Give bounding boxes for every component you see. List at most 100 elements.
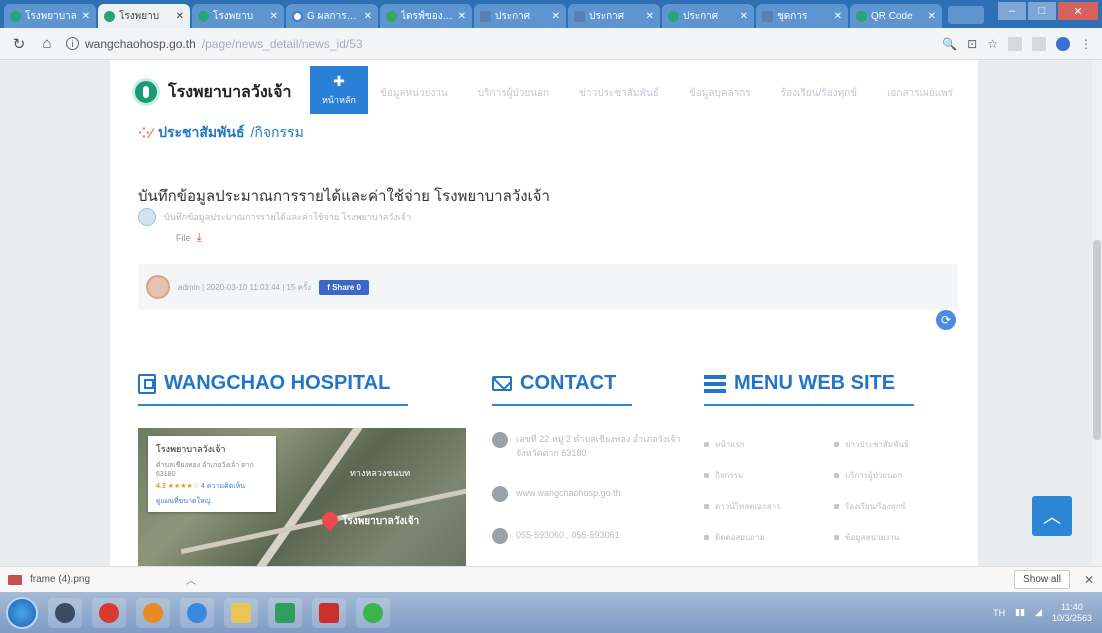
browser-tab[interactable]: โรงพยาบาล ✕ — [4, 4, 96, 28]
footer-menu-item[interactable]: ข้อมูลหน่วยงาน — [834, 531, 964, 544]
browser-tab[interactable]: ประกาศ ✕ — [662, 4, 754, 28]
tab-close-icon[interactable]: ✕ — [458, 11, 466, 22]
taskbar-app-media[interactable] — [48, 597, 82, 628]
system-tray: TH ▮▮ ◢ 11:40 10/3/2563 — [993, 602, 1102, 624]
scrollbar-thumb[interactable] — [1093, 240, 1101, 440]
browser-tab[interactable]: ไดรฟ์ของฉัน ✕ — [380, 4, 472, 28]
nav-item[interactable]: เอกสารเผยแพร่ — [887, 86, 953, 101]
sparkle-icon: ⁘⁄ — [138, 124, 153, 141]
info-icon[interactable]: i — [66, 37, 79, 50]
close-icon[interactable]: ✕ — [1084, 573, 1094, 587]
nav-item[interactable]: ข้อมูลหน่วยงาน — [380, 86, 448, 101]
network-icon[interactable]: ▮▮ — [1015, 607, 1025, 618]
tab-close-icon[interactable]: ✕ — [176, 11, 184, 22]
show-all-button[interactable]: Show all — [1014, 570, 1070, 589]
file-attachment[interactable]: File ⤓ — [176, 230, 202, 245]
breadcrumb-sub[interactable]: /กิจกรรม — [250, 122, 303, 144]
footer-menu-item[interactable]: กิจกรรม — [704, 469, 834, 482]
main-nav: ข้อมูลหน่วยงาน บริการผู้ป่วยนอก ข่าวประชาส… — [380, 86, 953, 101]
footer-menu-item[interactable]: หน้าแรก — [704, 438, 834, 451]
browser-tab[interactable]: G ผลการค้นหา ✕ — [286, 4, 378, 28]
maximize-button[interactable]: □ — [1028, 2, 1056, 20]
back-to-top-button[interactable]: ︿ — [1032, 496, 1072, 536]
taskbar-app-line[interactable] — [356, 597, 390, 628]
address-bar: ↻ ⌂ i wangchaohosp.go.th /page/news_deta… — [0, 28, 1102, 60]
translate-icon[interactable]: ⊡ — [967, 37, 977, 51]
taskbar-app-explorer[interactable] — [224, 597, 258, 628]
map-rating-stars: 4.3 ★★★★☆ — [156, 483, 200, 490]
footer-menu-item[interactable]: ข่าวประชาสัมพันธ์ — [834, 438, 964, 451]
globe-icon — [492, 486, 508, 502]
nav-item[interactable]: ข้อมูลบุคลากร — [689, 86, 751, 101]
browser-tab[interactable]: ประกาศ ✕ — [474, 4, 566, 28]
close-window-button[interactable]: ✕ — [1058, 2, 1098, 20]
clock[interactable]: 11:40 10/3/2563 — [1052, 602, 1092, 624]
new-tab-button[interactable] — [948, 6, 984, 24]
tab-close-icon[interactable]: ✕ — [646, 11, 654, 22]
map-address: ตำบลเชียงทอง อำเภอวังเจ้า ตาก 63180 — [156, 462, 254, 478]
footer-menu-item[interactable]: ร้องเรียน/ร้องทุกข์ — [834, 500, 964, 513]
nav-home-button[interactable]: ✚ หน้าหลัก — [310, 66, 368, 114]
footer-menu-item[interactable]: ดาวน์โหลดเอกสาร — [704, 500, 834, 513]
hospital-heading-text: WANGCHAO HOSPITAL — [164, 372, 391, 394]
volume-icon[interactable]: ◢ — [1035, 607, 1042, 618]
chevron-up-icon[interactable]: ︿ — [186, 572, 196, 587]
bookmark-star-icon[interactable]: ☆ — [987, 37, 998, 51]
minimize-button[interactable]: – — [998, 2, 1026, 20]
start-button[interactable] — [6, 596, 38, 629]
nav-item[interactable]: บริการผู้ป่วยนอก — [478, 86, 549, 101]
browser-tab[interactable]: ประกาศ ✕ — [568, 4, 660, 28]
profile-avatar[interactable] — [1056, 36, 1070, 51]
pdf-download-icon[interactable]: ⤓ — [197, 230, 202, 245]
contact-text[interactable]: www.wangchaohosp.go.th — [516, 486, 621, 500]
browser-tab[interactable]: โรงพยาบ ✕ — [98, 4, 190, 28]
nav-item[interactable]: ข่าวประชาสัมพันธ์ — [579, 86, 659, 101]
download-bar: frame (4).png ︿ Show all ✕ — [0, 566, 1102, 592]
footer-menu: หน้าแรก ข่าวประชาสัมพันธ์กิจกรรม บริการผู้… — [704, 438, 964, 544]
facebook-share-button[interactable]: f Share 0 — [319, 279, 369, 295]
language-indicator[interactable]: TH — [993, 608, 1005, 618]
footer-menu-item[interactable]: ติดต่อสอบถาม — [704, 531, 834, 544]
extension-icon[interactable] — [1032, 36, 1046, 51]
drive-icon — [386, 10, 397, 22]
footer-menu-item[interactable]: บริการผู้ป่วยนอก — [834, 469, 964, 482]
tab-close-icon[interactable]: ✕ — [740, 11, 748, 22]
refresh-icon[interactable]: ⟳ — [936, 310, 956, 330]
phone-icon — [492, 528, 508, 544]
breadcrumb-section[interactable]: ประชาสัมพันธ์ — [158, 122, 244, 144]
embedded-map[interactable]: ทางหลวงชนบท โรงพยาบาลวังเจ้า โรงพยาบาลวั… — [138, 428, 466, 566]
taskbar-app-opera[interactable] — [92, 597, 126, 628]
hospital-icon — [198, 10, 209, 22]
page-scrollbar[interactable] — [1092, 60, 1102, 566]
menu-dots-icon[interactable]: ⋮ — [1080, 37, 1092, 51]
taskbar-app-chrome[interactable] — [180, 597, 214, 628]
nav-item[interactable]: ร้องเรียน/ร้องทุกข์ — [781, 86, 857, 101]
tab-close-icon[interactable]: ✕ — [82, 11, 90, 22]
tab-close-icon[interactable]: ✕ — [552, 11, 560, 22]
map-pin-label: โรงพยาบาลวังเจ้า — [342, 516, 420, 527]
site-logo[interactable]: โรงพยาบาลวังเจ้า — [132, 78, 291, 106]
taskbar-app-firefox[interactable] — [136, 597, 170, 628]
reload-icon[interactable]: ↻ — [10, 35, 28, 53]
browser-tab[interactable]: QR Code ✕ — [850, 4, 942, 28]
file-label: File — [176, 232, 191, 243]
map-reviews-link[interactable]: 4 ความคิดเห็น — [201, 483, 245, 490]
taskbar-app-excel[interactable] — [268, 597, 302, 628]
browser-tab[interactable]: โรงพยาบ ✕ — [192, 4, 284, 28]
map-pin-icon[interactable] — [318, 508, 342, 532]
tab-close-icon[interactable]: ✕ — [834, 11, 842, 22]
tab-close-icon[interactable]: ✕ — [928, 11, 936, 22]
home-icon[interactable]: ⌂ — [38, 35, 56, 52]
tab-close-icon[interactable]: ✕ — [270, 11, 278, 22]
mail-icon — [492, 376, 512, 391]
tab-title: โรงพยาบ — [213, 10, 254, 22]
url-field[interactable]: i wangchaohosp.go.th /page/news_detail/n… — [66, 37, 932, 51]
extension-icon[interactable] — [1008, 36, 1022, 51]
tab-close-icon[interactable]: ✕ — [364, 11, 372, 22]
browser-tab[interactable]: ชุดการ ✕ — [756, 4, 848, 28]
zoom-icon[interactable]: 🔍 — [942, 37, 957, 51]
taskbar-app-acrobat[interactable] — [312, 597, 346, 628]
download-file-name[interactable]: frame (4).png — [30, 574, 90, 585]
map-larger-link[interactable]: ดูแผนที่ขนาดใหญ่ — [156, 496, 268, 507]
url-host: wangchaohosp.go.th — [85, 36, 196, 51]
